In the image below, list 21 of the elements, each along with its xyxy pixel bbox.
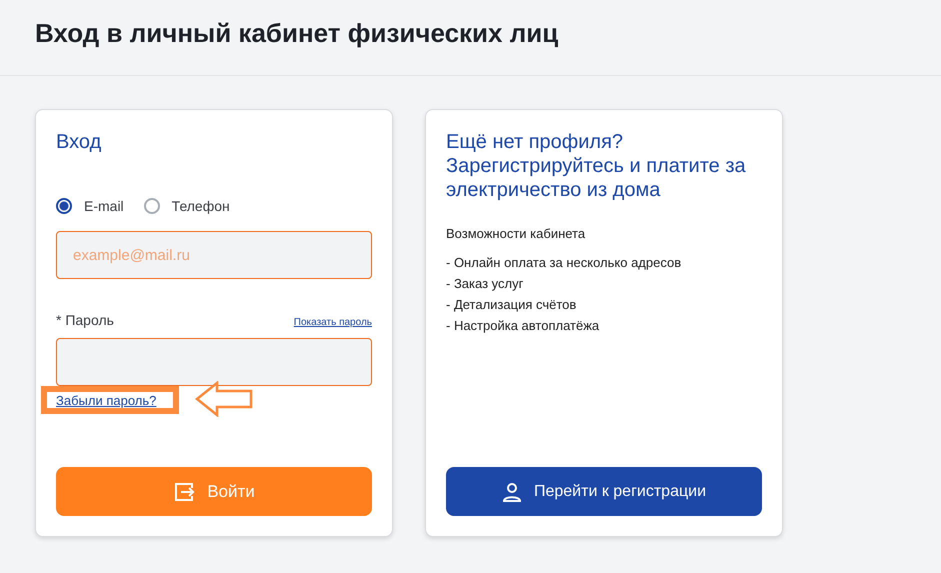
user-icon (502, 482, 522, 502)
forgot-password-link[interactable]: Забыли пароль? (56, 392, 156, 408)
features-title: Возможности кабинета (446, 226, 586, 241)
radio-label: Телефон (172, 198, 230, 214)
show-password-link[interactable]: Показать пароль (294, 317, 372, 328)
feature-item: - Настройка автоплатёжа (446, 318, 600, 333)
email-field[interactable]: example@mail.ru (56, 231, 372, 279)
register-button[interactable]: Перейти к регистрации (446, 467, 762, 516)
radio-option[interactable]: E-mail (56, 198, 124, 214)
card-title: Вход (56, 130, 102, 154)
arrow-icon (195, 381, 253, 417)
login-icon (173, 480, 196, 502)
password-label: * Пароль (56, 312, 114, 328)
radio-label: E-mail (84, 198, 124, 214)
feature-item: - Заказ услуг (446, 276, 524, 291)
feature-item: - Детализация счётов (446, 297, 578, 312)
feature-item: - Онлайн оплата за несколько адресов (446, 255, 682, 270)
card-title: Ещё нет профиля? Зарегистрируйтесь и платите за электричество из дома (446, 130, 747, 202)
password-field[interactable] (56, 338, 372, 386)
radio-option[interactable]: Телефон (144, 198, 230, 214)
page-title: Вход в личный кабинет физических лиц (35, 18, 560, 49)
